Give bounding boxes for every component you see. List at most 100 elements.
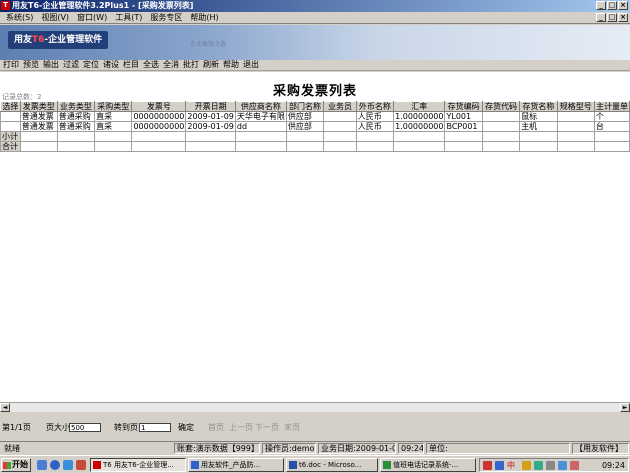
table-cell: 供应部 [285,121,325,132]
table-cell [556,111,595,122]
confirm-button[interactable]: 确定 [178,422,194,433]
scroll-left-icon[interactable]: ◄ [0,403,10,412]
table-cell [556,121,595,132]
desktop-icon[interactable] [37,460,47,470]
status-unit: 单位: [426,443,570,454]
preview-button[interactable]: 预览 [21,60,41,70]
columns-button[interactable]: 栏目 [121,60,141,70]
col-invoice-date[interactable]: 开票日期 [185,101,236,112]
select-all-button[interactable]: 全选 [141,60,161,70]
settings-button[interactable]: 诸设 [101,60,121,70]
tray-volume-icon[interactable] [546,461,555,470]
scroll-right-icon[interactable]: ► [620,403,630,412]
help-button[interactable]: 帮助 [221,60,241,70]
table-cell: BCP001 [444,121,483,132]
tray-app-icon[interactable] [483,461,492,470]
col-invoice-no[interactable]: 发票号 [131,101,187,112]
refresh-button[interactable]: 刷新 [201,60,221,70]
next-page-button[interactable]: 下一页 [255,422,279,433]
child-minimize-button[interactable]: _ [596,13,606,22]
locate-button[interactable]: 定位 [81,60,101,70]
table-cell: 2009-01-09 [185,121,236,132]
col-select[interactable]: 选择 [0,101,21,112]
table-row[interactable]: 普通发票 普通采购 直采 0000000000 2009-01-09 天华电子有… [0,111,630,122]
col-exchange-rate[interactable]: 汇率 [393,101,446,112]
media-icon[interactable] [76,460,86,470]
task-word-button[interactable]: t6.doc - Microso... [286,458,378,472]
table-cell: 直采 [94,111,133,122]
ime-indicator[interactable]: 中 [507,460,515,471]
menu-tools[interactable]: 工具(T) [111,12,146,23]
report-area: 采购发票列表 记录总数：2 选择 发票类型 业务类型 采购类型 发票号 开票日期… [0,72,630,402]
minimize-button[interactable]: _ [596,1,606,10]
table-cell: 1.00000000 [393,121,446,132]
window-title-bar[interactable]: T 用友T6-企业管理软件3.2Plus1 - [采购发票列表] _ □ × [0,0,630,12]
col-salesperson[interactable]: 业务员 [323,101,357,112]
system-tray: 中 09:24 [479,458,629,472]
col-stock-name[interactable]: 存货名称 [519,101,558,112]
col-stock-code[interactable]: 存货编码 [444,101,483,112]
table-cell: 普通发票 [19,121,58,132]
horizontal-scrollbar[interactable]: ◄ ► [0,402,630,412]
table-cell: 普通采购 [56,111,96,122]
browser-icon [191,461,199,469]
ie-icon[interactable] [50,460,60,470]
col-spec[interactable]: 规格型号 [556,101,595,112]
last-page-button[interactable]: 末页 [284,422,300,433]
total-row: 合计 [0,141,630,152]
menu-help[interactable]: 帮助(H) [186,12,222,23]
word-doc-icon [289,461,297,469]
invoice-table: 选择 发票类型 业务类型 采购类型 发票号 开票日期 供应商名称 部门名称 业务… [0,101,630,152]
close-button[interactable]: × [618,1,628,10]
app-icon[interactable]: T [1,1,10,10]
menu-bar: 系统(S) 视图(V) 窗口(W) 工具(T) 服务专区 帮助(H) _ □ × [0,12,630,24]
menu-window[interactable]: 窗口(W) [73,12,111,23]
col-supplier[interactable]: 供应商名称 [234,101,287,112]
col-stock-alias[interactable]: 存货代码 [481,101,521,112]
col-business-type[interactable]: 业务类型 [56,101,96,112]
task-t6-button[interactable]: T6 用友T6-企业管理... [90,458,186,472]
start-button[interactable]: 开始 [1,458,31,472]
table-cell[interactable] [0,121,21,132]
status-account: 账套:演示数据【999】 [174,443,260,454]
table-cell: 2009-01-09 [185,111,236,122]
task-browser-button[interactable]: 用友软件_产品防... [188,458,284,472]
goto-page-label: 转到页 [114,423,138,432]
batch-print-button[interactable]: 批打 [181,60,201,70]
window-title: 用友T6-企业管理软件3.2Plus1 - [采购发票列表] [12,1,194,10]
goto-page-input[interactable] [139,423,171,432]
table-cell[interactable] [0,111,21,122]
table-row[interactable]: 普通发票 普通采购 直采 0000000000 2009-01-09 dd 供应… [0,121,630,132]
tray-update-icon[interactable] [534,461,543,470]
prev-page-button[interactable]: 上一页 [229,422,253,433]
exit-button[interactable]: 退出 [241,60,261,70]
menu-system[interactable]: 系统(S) [2,12,37,23]
windows-logo-icon [3,462,11,469]
first-page-button[interactable]: 首页 [208,422,224,433]
page-size-input[interactable] [69,423,101,432]
print-button[interactable]: 打印 [1,60,21,70]
menu-service[interactable]: 服务专区 [146,12,186,23]
child-close-button[interactable]: × [618,13,628,22]
tray-network-icon[interactable] [495,461,504,470]
taskbar-clock[interactable]: 09:24 [602,460,625,471]
status-ready: 就绪 [4,444,20,453]
tray-messenger-icon[interactable] [558,461,567,470]
tray-security-icon[interactable] [522,461,531,470]
deselect-all-button[interactable]: 全消 [161,60,181,70]
task-duty-log-button[interactable]: 值班电话记录系统-... [380,458,476,472]
product-logo: 用友T6-企业管理软件 [8,31,109,49]
export-button[interactable]: 输出 [41,60,61,70]
col-unit[interactable]: 主计量单 [593,101,630,112]
col-purchase-type[interactable]: 采购类型 [94,101,133,112]
col-currency[interactable]: 外币名称 [355,101,395,112]
child-restore-button[interactable]: □ [607,13,617,22]
tray-antivirus-icon[interactable] [570,461,579,470]
filter-button[interactable]: 过滤 [61,60,81,70]
col-department[interactable]: 部门名称 [285,101,325,112]
outlook-icon[interactable] [63,460,73,470]
menu-view[interactable]: 视图(V) [37,12,73,23]
col-invoice-type[interactable]: 发票类型 [19,101,58,112]
maximize-button[interactable]: □ [607,1,617,10]
status-business-date: 业务日期:2009-01-09 [318,443,396,454]
